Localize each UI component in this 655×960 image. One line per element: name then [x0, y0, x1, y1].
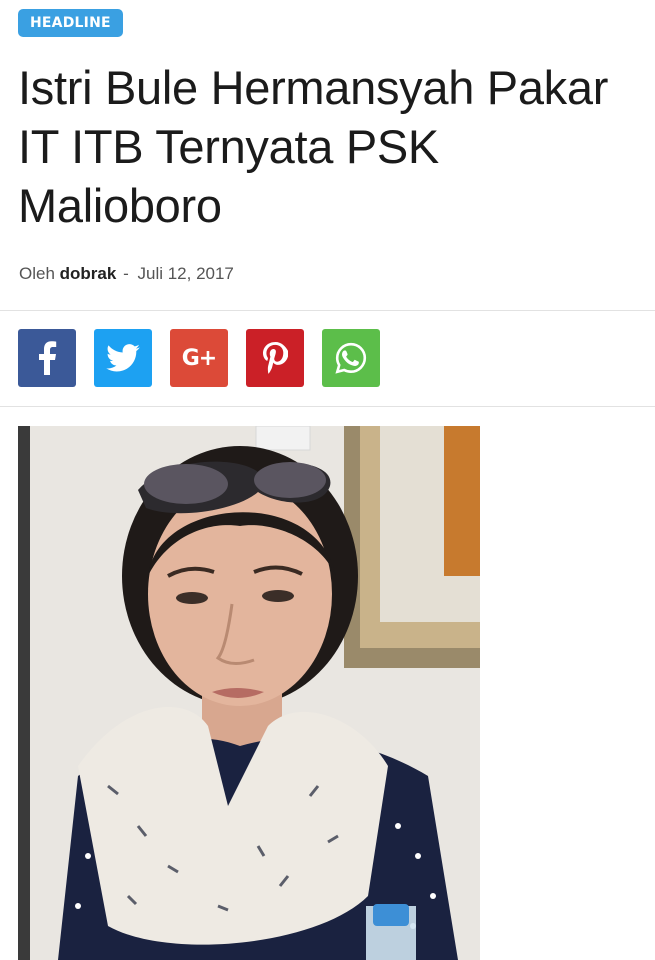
- byline-prefix: Oleh: [19, 264, 55, 283]
- article-title: Istri Bule Hermansyah Pakar IT ITB Terny…: [18, 61, 609, 232]
- byline-separator: -: [123, 264, 129, 283]
- twitter-icon: [106, 344, 140, 372]
- author-link[interactable]: dobrak: [60, 264, 117, 283]
- divider-bottom: [0, 406, 655, 407]
- share-facebook-button[interactable]: [18, 329, 76, 387]
- share-bar: G+: [18, 329, 380, 387]
- share-pinterest-button[interactable]: [246, 329, 304, 387]
- article-photo[interactable]: [18, 426, 480, 960]
- category-badge[interactable]: HEADLINE: [18, 9, 123, 37]
- facebook-icon: [37, 341, 57, 375]
- divider-top: [0, 310, 655, 311]
- share-whatsapp-button[interactable]: [322, 329, 380, 387]
- article-byline: Oleh dobrak - Juli 12, 2017: [19, 264, 234, 284]
- share-google-plus-button[interactable]: G+: [170, 329, 228, 387]
- whatsapp-icon: [334, 341, 368, 375]
- google-plus-icon: G+: [181, 345, 217, 371]
- share-twitter-button[interactable]: [94, 329, 152, 387]
- publish-date: Juli 12, 2017: [137, 264, 234, 283]
- pinterest-icon: [262, 342, 288, 374]
